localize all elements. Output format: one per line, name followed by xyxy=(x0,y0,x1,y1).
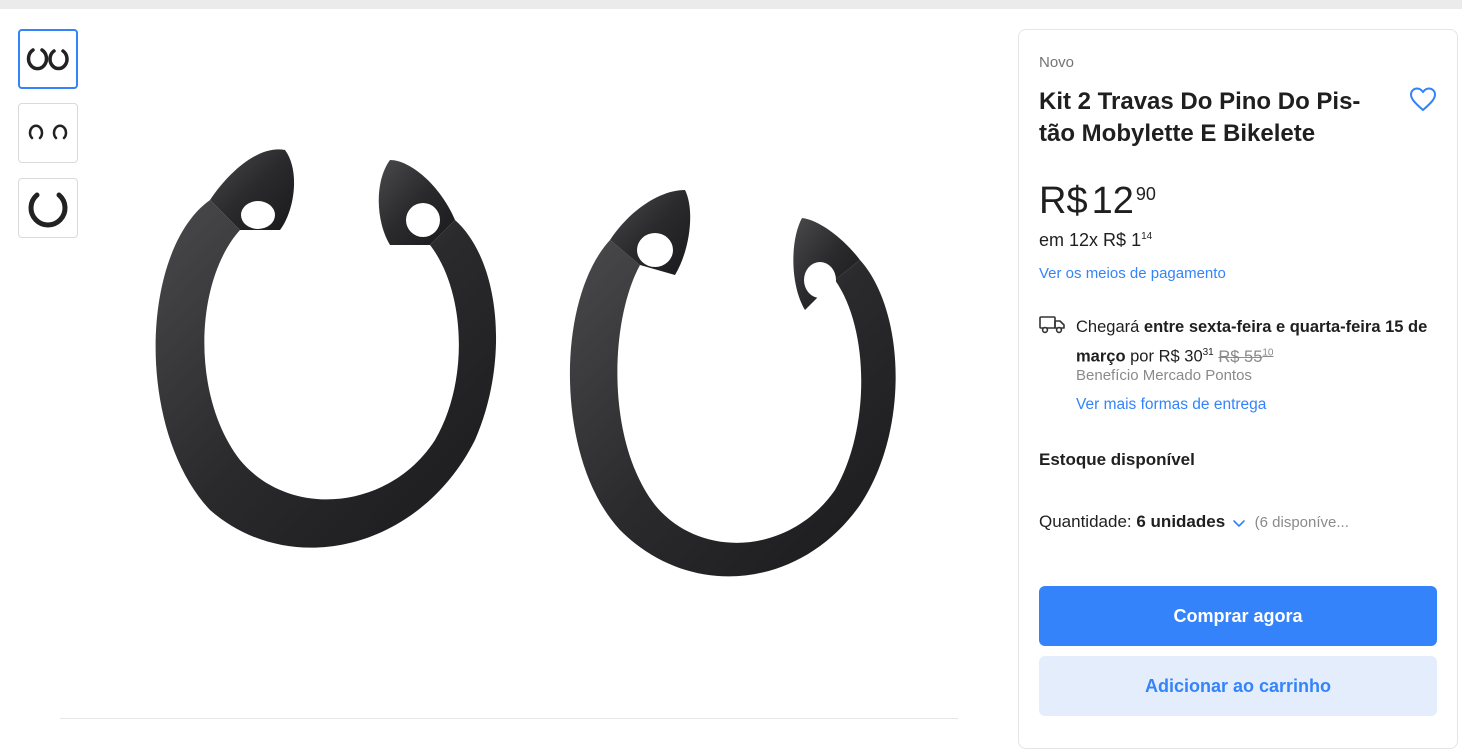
quantity-value: 6 unidades xyxy=(1136,512,1226,531)
heart-icon[interactable] xyxy=(1409,86,1437,114)
installment-cents: 14 xyxy=(1141,231,1153,242)
shipping-old-price-cents: 10 xyxy=(1262,347,1274,358)
gallery-divider xyxy=(60,718,958,719)
shipping-info: Chegará entre sexta-feira e quarta-feira… xyxy=(1076,314,1441,370)
item-condition: Novo xyxy=(1039,54,1075,71)
quantity-available: (6 disponíve... xyxy=(1254,514,1349,531)
left-circlip xyxy=(155,149,497,548)
thumbnail-2[interactable] xyxy=(18,103,78,163)
single-ring-thumbnail-icon xyxy=(28,192,68,228)
installment-currency: R$ xyxy=(1103,230,1127,250)
chevron-down-icon xyxy=(1233,519,1245,527)
thumbnail-1[interactable] xyxy=(18,29,78,89)
shipping-old-price-integer: R$ 55 xyxy=(1218,347,1263,366)
truck-icon xyxy=(1039,316,1065,334)
price-currency: R$ xyxy=(1039,180,1088,222)
quantity-label: Quantidade: xyxy=(1039,512,1132,531)
shipping-currency: R$ xyxy=(1158,347,1180,366)
price-cents: 90 xyxy=(1135,184,1156,204)
more-delivery-options-link[interactable]: Ver mais formas de entrega xyxy=(1076,396,1266,414)
right-circlip xyxy=(569,190,896,577)
shipping-by: por xyxy=(1130,347,1154,366)
installments: em 12x R$ 114 xyxy=(1039,230,1152,251)
shipping-prefix: Chegará xyxy=(1076,318,1140,336)
thumbnail-3[interactable] xyxy=(18,178,78,238)
shipping-price-cents: 31 xyxy=(1202,347,1214,358)
payment-methods-link[interactable]: Ver os meios de pagamento xyxy=(1039,265,1226,282)
buy-box: Novo Kit 2 Travas Do Pino Do Pis-tão Mob… xyxy=(1018,29,1458,749)
top-bar xyxy=(0,0,1462,9)
quantity-selector[interactable]: Quantidade: 6 unidades (6 disponíve... xyxy=(1039,512,1349,532)
shipping-benefit: Benefício Mercado Pontos xyxy=(1076,367,1252,384)
installment-integer: 1 xyxy=(1131,230,1142,250)
price: R$ 12 90 xyxy=(1039,180,1156,230)
add-to-cart-button[interactable]: Adicionar ao carrinho xyxy=(1039,656,1437,716)
buy-now-button[interactable]: Comprar agora xyxy=(1039,586,1437,646)
shipping-price: 30 xyxy=(1184,347,1203,366)
main-product-image xyxy=(155,149,896,577)
installments-prefix: em 12x xyxy=(1039,230,1099,250)
stock-status: Estoque disponível xyxy=(1039,450,1195,469)
shipping-old-price: R$ 5510 xyxy=(1218,347,1274,366)
pair-rings-thumbnail-icon xyxy=(26,48,69,71)
small-rings-thumbnail-icon xyxy=(28,124,68,140)
product-title: Kit 2 Travas Do Pino Do Pis-tão Mobylett… xyxy=(1039,88,1361,147)
price-integer: 12 xyxy=(1091,180,1134,222)
